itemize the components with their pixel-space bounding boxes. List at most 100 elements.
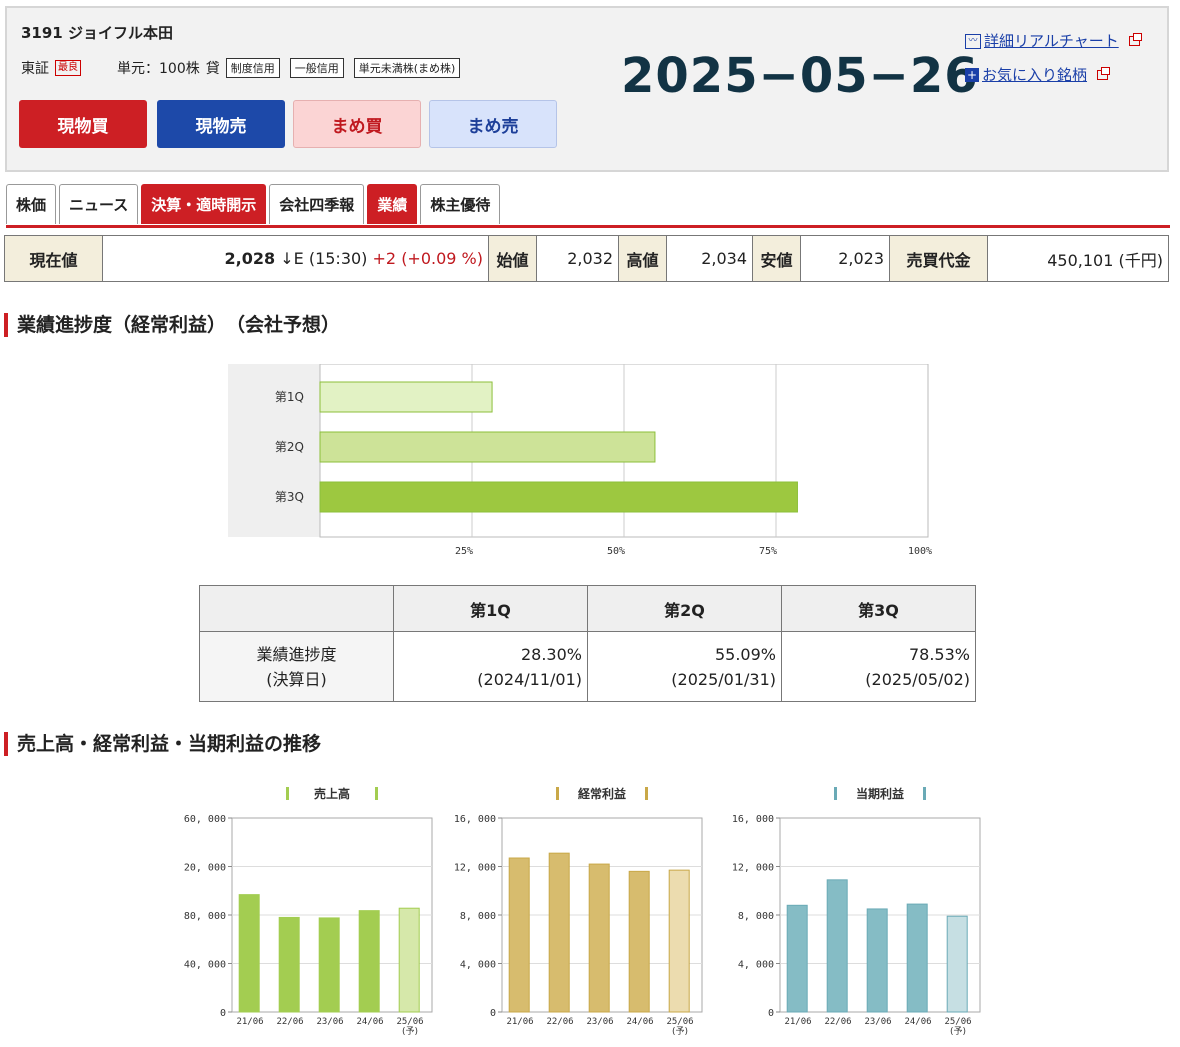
bar xyxy=(588,863,610,1013)
title-marker-right xyxy=(375,787,378,800)
spot-buy-button[interactable]: 現物買 xyxy=(19,100,147,148)
y-tick-label: 8, 000 xyxy=(460,911,496,922)
y-tick-label: 80, 000 xyxy=(184,911,226,922)
x-tick-label: 24/06 xyxy=(356,1017,383,1027)
stock-tabs: 株価 ニュース 決算・適時開示 会社四季報 業績 株主優待 xyxy=(6,184,503,224)
progress-bar xyxy=(319,481,798,513)
progress-row-label-line2: (決算日) xyxy=(266,669,327,689)
bar xyxy=(786,904,808,1013)
x-tick-note: (予) xyxy=(950,1026,966,1037)
external-window-icon[interactable] xyxy=(1128,33,1142,46)
trend-section-title: 売上高・経常利益・当期利益の推移 xyxy=(4,732,321,756)
low-value: 2,023 xyxy=(800,235,890,282)
bar xyxy=(508,857,530,1013)
progress-date-q1: (2024/11/01) xyxy=(477,669,582,689)
progress-y-label: 第3Q xyxy=(275,490,304,504)
progress-value-q2: 55.09% xyxy=(714,644,776,664)
chart-title: 当期利益 xyxy=(834,786,926,801)
y-tick-label: 16, 000 xyxy=(454,814,496,825)
progress-x-tick: 100% xyxy=(908,546,932,557)
progress-row-label: 業績進捗度 (決算日) xyxy=(199,631,394,702)
sales-chart: 売上高 0 40, 000 80, 000 20, 000 60, 000 21/06 22/… xyxy=(184,786,433,1037)
tag-margin-system: 制度信用 xyxy=(225,58,280,78)
high-label: 高値 xyxy=(618,235,667,282)
x-tick-label: 22/06 xyxy=(824,1017,851,1027)
mame-buy-button[interactable]: まめ買 xyxy=(293,100,421,148)
tab-stock-price[interactable]: 株価 xyxy=(6,184,57,224)
y-tick-label: 4, 000 xyxy=(460,960,496,971)
x-tick-label: 25/06 xyxy=(396,1017,423,1027)
progress-table-header-q1: 第1Q xyxy=(393,585,588,632)
progress-value-q3: 78.53% xyxy=(908,644,970,664)
title-marker-right xyxy=(923,787,926,800)
date-display: 2025−05−26 xyxy=(621,48,979,104)
progress-table-header-q2: 第2Q xyxy=(587,585,782,632)
progress-chart: 第1Q 第2Q 第3Q 25% 50% 75% 100% xyxy=(228,364,932,557)
x-tick-label: 22/06 xyxy=(276,1017,303,1027)
progress-date-q2: (2025/01/31) xyxy=(671,669,776,689)
external-window-icon[interactable] xyxy=(1097,67,1111,80)
open-label: 始値 xyxy=(488,235,537,282)
spot-sell-button[interactable]: 現物売 xyxy=(157,100,285,148)
turnover-label: 売買代金 xyxy=(889,235,988,282)
x-tick-label: 24/06 xyxy=(626,1017,653,1027)
y-tick-label: 20, 000 xyxy=(184,863,226,874)
x-tick-label: 23/06 xyxy=(316,1017,343,1027)
mame-sell-button[interactable]: まめ売 xyxy=(429,100,557,148)
y-tick-label: 16, 000 xyxy=(732,814,774,825)
bar xyxy=(278,916,300,1013)
bar xyxy=(946,915,968,1013)
progress-table: 第1Q 第2Q 第3Q 業績進捗度 (決算日) 28.30% (2024/11/… xyxy=(199,585,976,702)
tab-shareholder-benefits[interactable]: 株主優待 xyxy=(420,184,501,224)
progress-row-label-line1: 業績進捗度 xyxy=(256,644,337,664)
x-tick-label: 21/06 xyxy=(236,1017,263,1027)
tag-margin-general: 一般信用 xyxy=(289,58,344,78)
lending-label: 貸 xyxy=(205,61,220,77)
tab-underline xyxy=(6,225,1170,228)
y-tick-label: 12, 000 xyxy=(454,863,496,874)
chart-title: 経常利益 xyxy=(556,786,648,801)
x-tick-label: 24/06 xyxy=(904,1017,931,1027)
bar xyxy=(238,894,260,1013)
bar xyxy=(866,908,888,1013)
tab-news[interactable]: ニュース xyxy=(59,184,139,224)
x-tick-note: (予) xyxy=(672,1026,688,1037)
progress-cell-q1: 28.30% (2024/11/01) xyxy=(393,631,588,702)
title-marker-right xyxy=(645,787,648,800)
market-label: 東証 xyxy=(21,61,49,77)
progress-section-title: 業績進捗度（経常利益） （会社予想） xyxy=(4,313,340,337)
tab-disclosure[interactable]: 決算・適時開示 xyxy=(141,184,267,224)
chart-title: 売上高 xyxy=(286,786,378,801)
x-tick-label: 22/06 xyxy=(546,1017,573,1027)
progress-y-label: 第2Q xyxy=(275,440,304,454)
progress-cell-q2: 55.09% (2025/01/31) xyxy=(587,631,782,702)
favorites-link[interactable]: お気に入り銘柄 xyxy=(982,58,1087,92)
x-tick-label: 25/06 xyxy=(944,1017,971,1027)
tag-odd-lot: 単元未満株(まめ株) xyxy=(353,58,461,78)
x-tick-label: 21/06 xyxy=(784,1017,811,1027)
chart-title-text: 売上高 xyxy=(314,786,350,801)
header-links: 〰 詳細リアルチャート + お気に入り銘柄 xyxy=(965,24,1142,92)
y-tick-label: 8, 000 xyxy=(738,911,774,922)
progress-bar xyxy=(319,431,656,463)
x-tick-label: 21/06 xyxy=(506,1017,533,1027)
trading-unit: 単元：100株 xyxy=(117,61,200,77)
progress-table-corner xyxy=(199,585,394,632)
progress-table-header-q3: 第3Q xyxy=(781,585,976,632)
current-price: 2,028 xyxy=(224,249,276,268)
net-profit-chart: 当期利益 0 4, 000 8, 000 12, 000 16, 000 21/06 22/0… xyxy=(732,786,981,1037)
price-change: +2 (+0.09 %) xyxy=(372,249,483,268)
progress-x-tick: 75% xyxy=(759,546,777,557)
tab-shikiho[interactable]: 会社四季報 xyxy=(269,184,365,224)
bar xyxy=(358,910,380,1013)
y-tick-label: 0 xyxy=(490,1008,496,1019)
progress-value-q1: 28.30% xyxy=(520,644,582,664)
title-marker-left xyxy=(834,787,837,800)
price-direction: ↓E (15:30) xyxy=(280,249,368,268)
x-tick-label: 25/06 xyxy=(666,1017,693,1027)
tab-performance[interactable]: 業績 xyxy=(367,184,418,224)
bar xyxy=(318,917,340,1013)
realtime-chart-link[interactable]: 詳細リアルチャート xyxy=(984,24,1119,58)
bar xyxy=(668,869,690,1013)
title-marker-left xyxy=(556,787,559,800)
